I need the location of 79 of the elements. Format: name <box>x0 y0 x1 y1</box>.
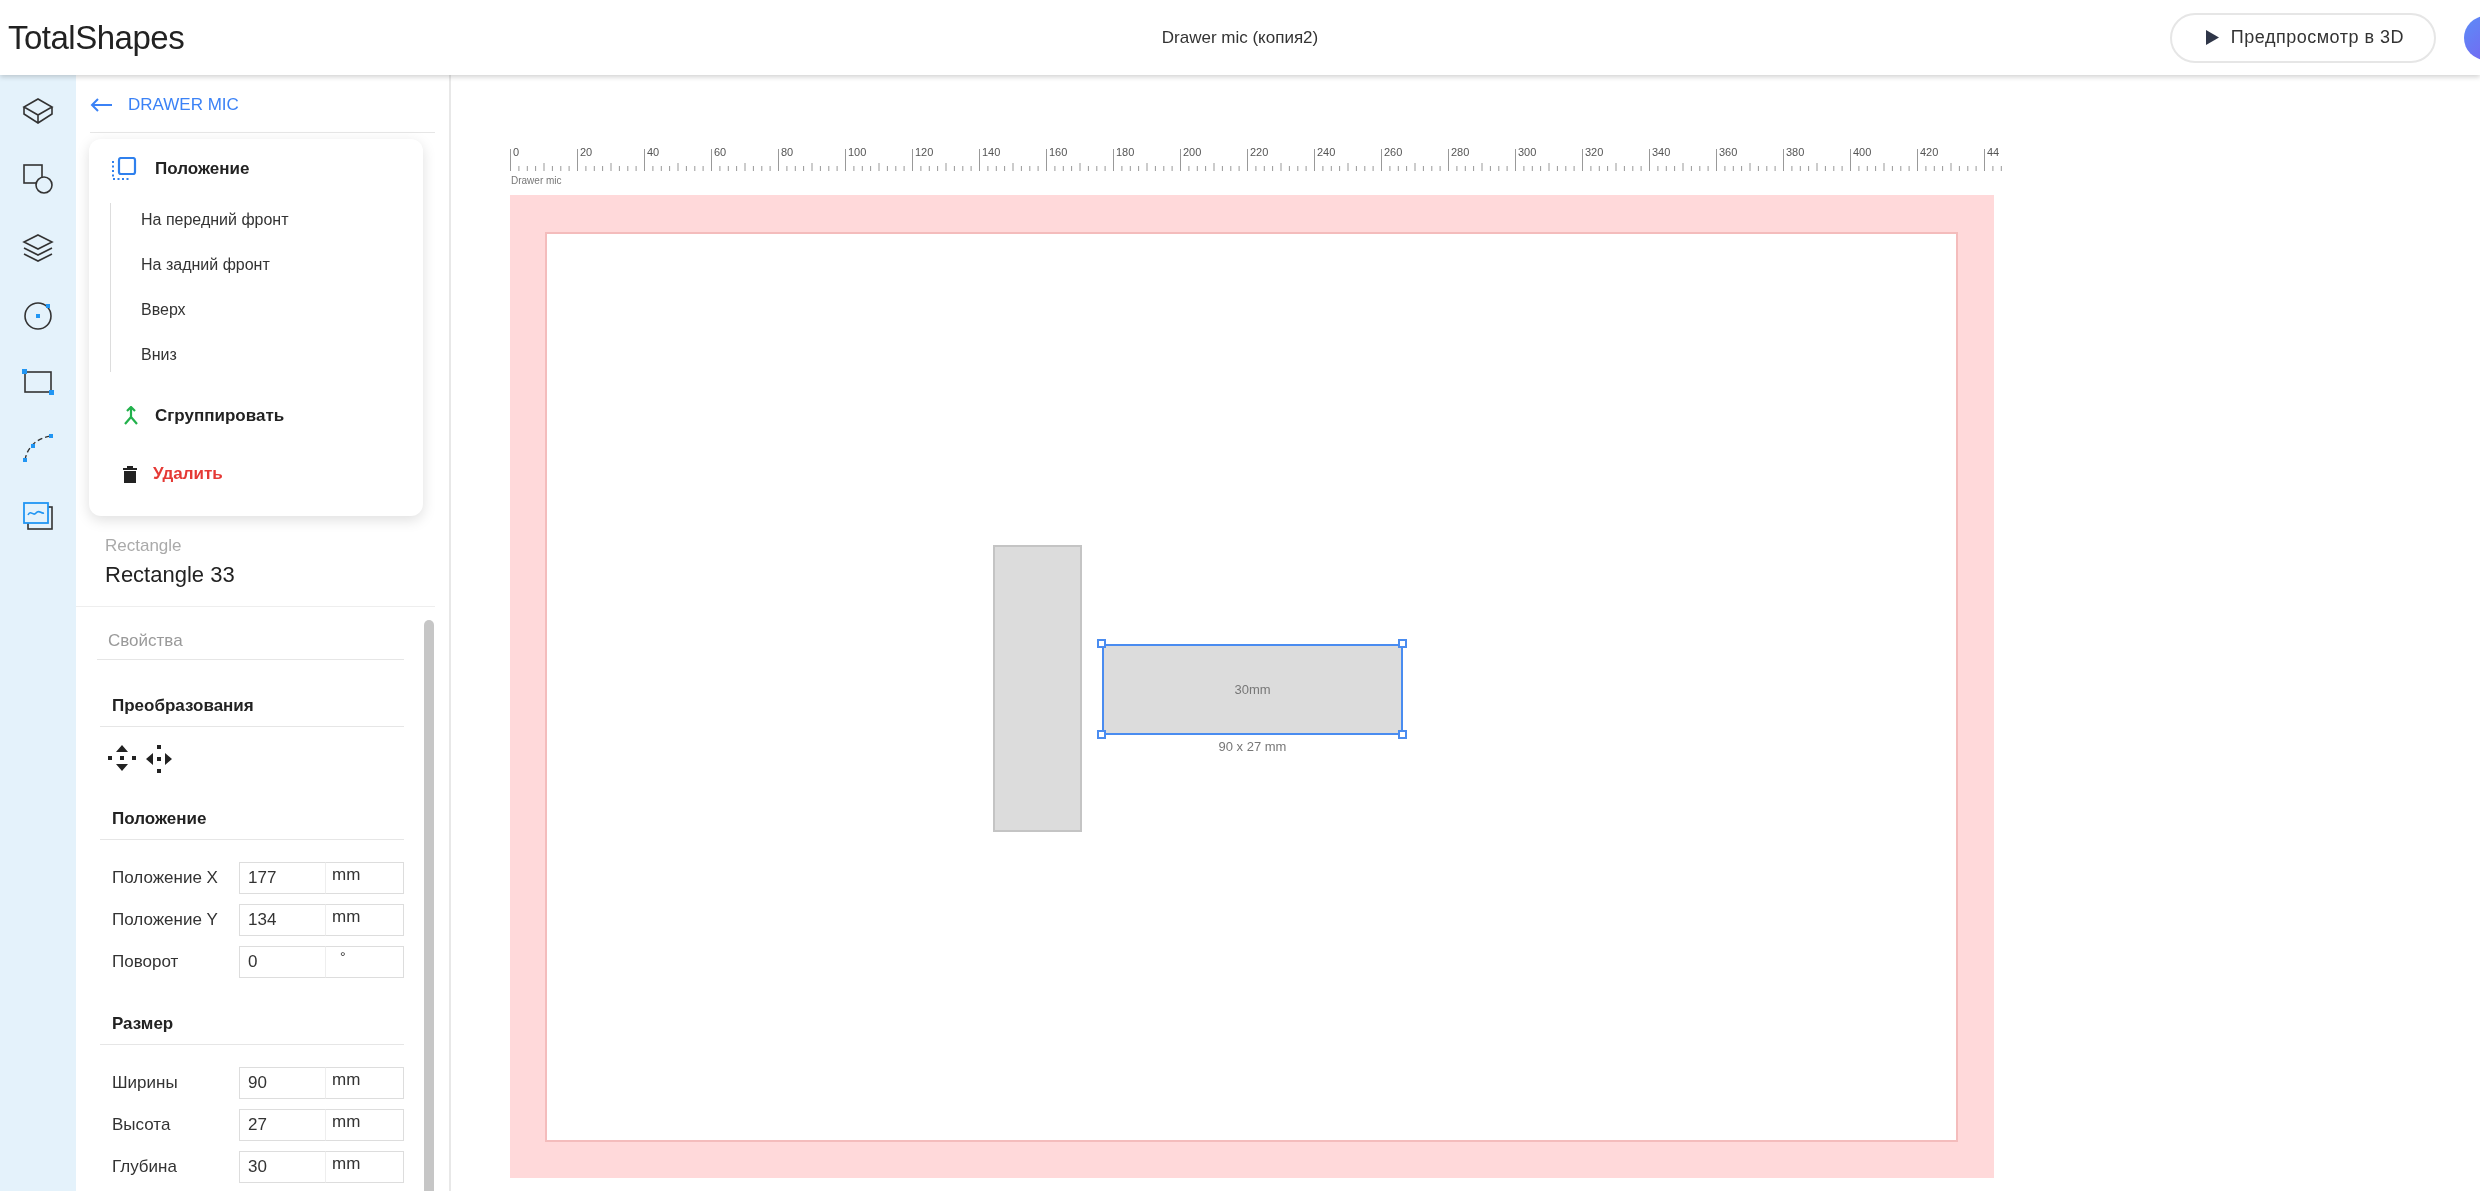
app-logo: TotalShapes <box>8 18 185 57</box>
number-field[interactable]: 134 <box>239 904 326 936</box>
ruler-label: 160 <box>1049 146 1068 158</box>
rectangle-icon[interactable] <box>22 369 54 395</box>
field-label: Положение Y <box>112 910 219 930</box>
resize-handle[interactable] <box>1398 639 1407 648</box>
vertical-move-icon[interactable] <box>108 745 136 771</box>
resize-handle[interactable] <box>1097 730 1106 739</box>
number-field[interactable]: 177 <box>239 862 326 894</box>
back-arrow-icon <box>90 98 112 112</box>
ruler-label: 320 <box>1585 146 1604 158</box>
menu-item[interactable]: На задний фронт <box>141 256 423 274</box>
section-heading: Размер <box>100 1014 404 1045</box>
dimension-label: 90 x 27 mm <box>1218 739 1287 754</box>
play-icon <box>2205 30 2219 45</box>
number-field[interactable]: 27 <box>239 1109 326 1141</box>
menu-item[interactable]: Вверх <box>141 301 423 319</box>
unit-label: mm <box>326 1067 404 1099</box>
field-label: Поворот <box>112 952 180 972</box>
group-menu-item[interactable]: Сгруппировать <box>89 406 423 426</box>
ruler-label: 420 <box>1920 146 1939 158</box>
resize-handle[interactable] <box>1097 639 1106 648</box>
ruler-label: 360 <box>1719 146 1738 158</box>
preview-3d-button[interactable]: Предпросмотр в 3D <box>2169 12 2436 63</box>
properties-heading: Свойства <box>97 631 404 660</box>
ruler-label: 100 <box>848 146 867 158</box>
layers-icon[interactable] <box>22 233 54 263</box>
delete-menu-item[interactable]: Удалить <box>89 464 423 484</box>
document-label: Drawer mic <box>511 175 563 186</box>
scrollbar[interactable] <box>424 620 434 1191</box>
number-field[interactable]: 90 <box>239 1067 326 1099</box>
ruler-label: 380 <box>1786 146 1805 158</box>
object-type: Rectangle <box>105 536 183 556</box>
ruler-label: 220 <box>1250 146 1269 158</box>
ruler-label: 180 <box>1116 146 1135 158</box>
ruler-label: 400 <box>1853 146 1872 158</box>
ruler-label: 40 <box>647 146 660 158</box>
box-icon[interactable] <box>22 97 54 125</box>
ruler-label: 300 <box>1518 146 1537 158</box>
ruler-label: 260 <box>1384 146 1403 158</box>
field-label: Глубина <box>112 1157 178 1177</box>
ruler-label: 20 <box>580 146 593 158</box>
ruler-label: 0 <box>513 146 520 158</box>
field-label: Ширины <box>112 1073 179 1093</box>
ruler-label: 280 <box>1451 146 1470 158</box>
ruler-label: 240 <box>1317 146 1336 158</box>
menu-item[interactable]: На передний фронт <box>141 211 423 229</box>
field-label: Высота <box>112 1115 172 1135</box>
horizontal-move-icon[interactable] <box>146 745 172 773</box>
curve-icon[interactable] <box>22 433 54 463</box>
image-icon[interactable] <box>22 501 54 531</box>
circle-icon[interactable] <box>23 301 53 331</box>
ruler-label: 60 <box>714 146 727 158</box>
field-label: Положение X <box>112 868 219 888</box>
trash-icon <box>123 465 137 483</box>
ruler-label: 120 <box>915 146 934 158</box>
ruler-label: 80 <box>781 146 794 158</box>
resize-handle[interactable] <box>1398 730 1407 739</box>
ruler-label: 140 <box>982 146 1001 158</box>
unit-label: ° <box>326 946 404 978</box>
menu-item[interactable]: Вниз <box>141 346 423 364</box>
number-field[interactable]: 0 <box>239 946 326 978</box>
number-field[interactable]: 30 <box>239 1151 326 1183</box>
unit-label: mm <box>326 862 404 894</box>
unit-label: mm <box>326 1109 404 1141</box>
document-title: Drawer mic (копия2) <box>1161 27 1319 48</box>
section-heading: Положение <box>100 809 404 840</box>
shapes-icon[interactable] <box>22 163 54 195</box>
menu-heading: Положение <box>155 159 250 179</box>
position-icon <box>111 157 137 181</box>
back-link[interactable]: DRAWER MIC <box>90 95 239 115</box>
ruler-label: 200 <box>1183 146 1202 158</box>
ruler-label: 340 <box>1652 146 1671 158</box>
merge-arrow-icon <box>123 406 139 426</box>
object-name: Rectangle 33 <box>105 562 236 588</box>
unit-label: mm <box>326 904 404 936</box>
ruler-label: 44 <box>1987 146 2000 158</box>
unit-label: mm <box>326 1151 404 1183</box>
section-heading: Преобразования <box>100 696 404 727</box>
